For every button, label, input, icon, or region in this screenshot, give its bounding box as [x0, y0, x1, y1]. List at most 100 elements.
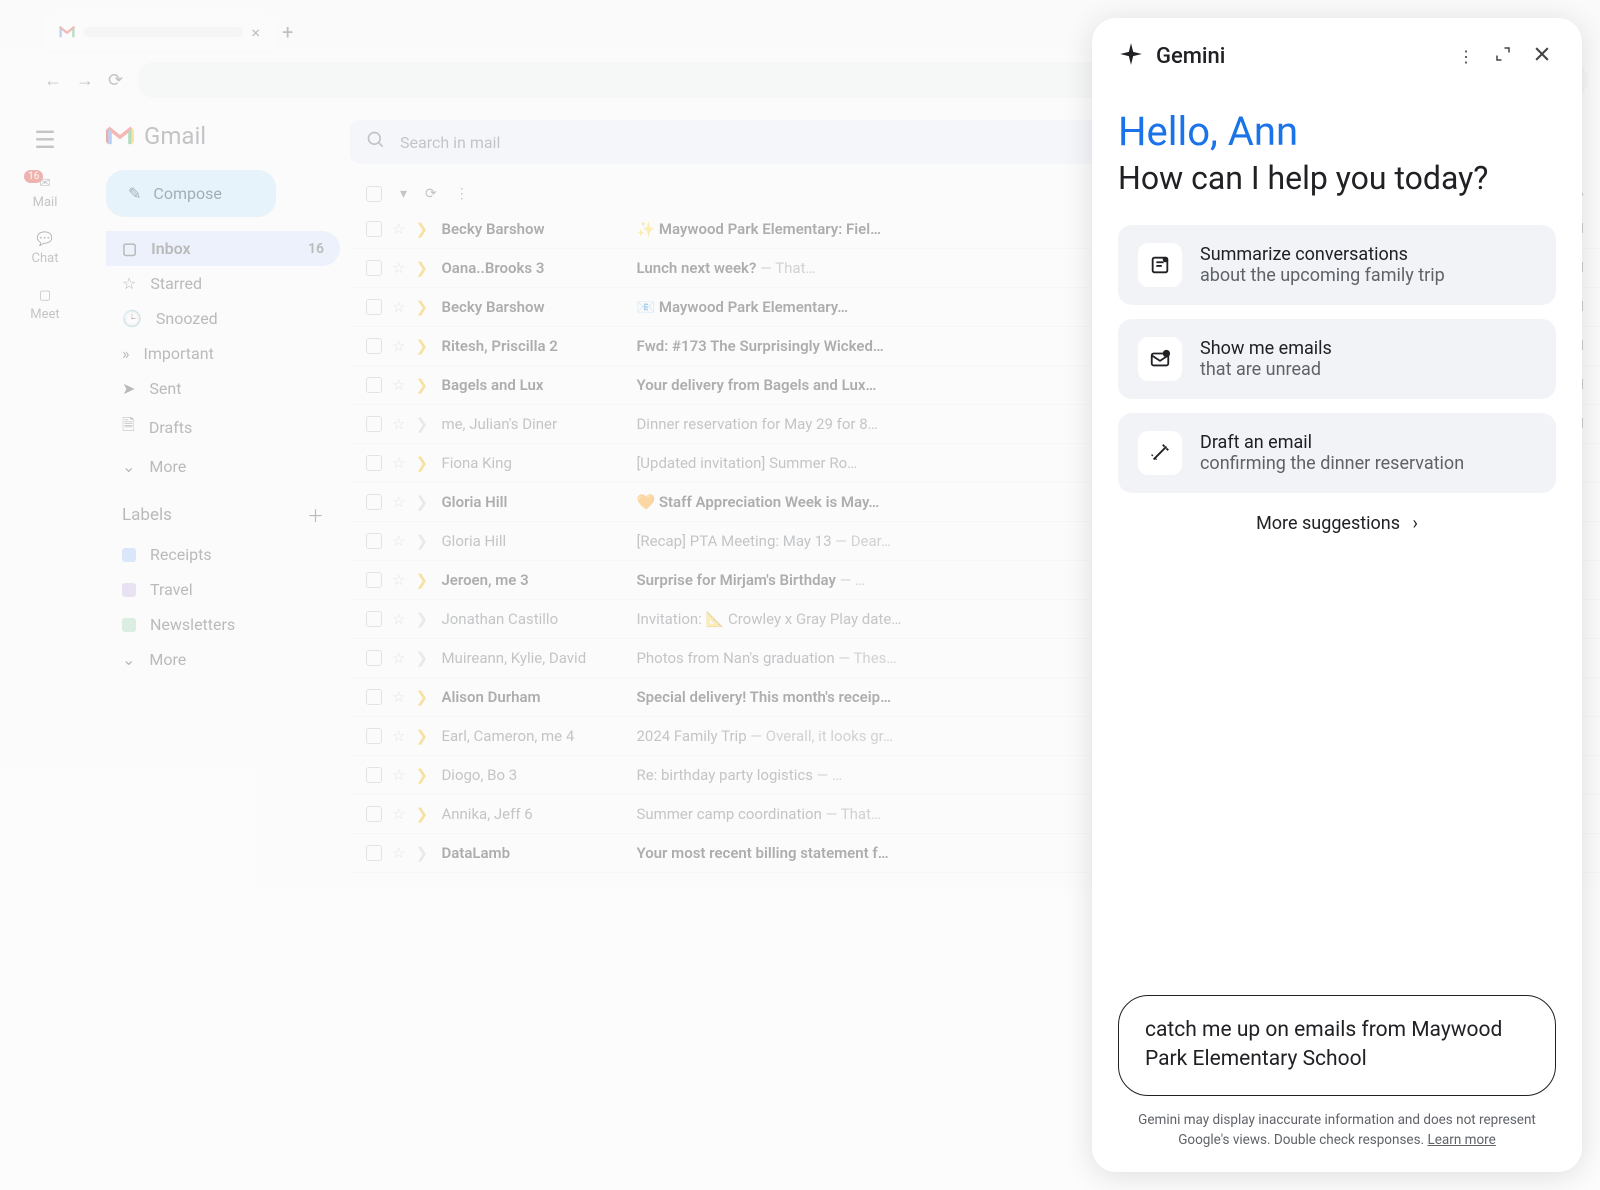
star-icon[interactable]: ☆	[392, 376, 405, 394]
browser-tab[interactable]: ×	[44, 15, 274, 50]
gemini-prompt-input[interactable]: catch me up on emails from Maywood Park …	[1118, 995, 1556, 1096]
close-icon[interactable]	[1528, 40, 1556, 72]
learn-more-link[interactable]: Learn more	[1427, 1132, 1495, 1148]
important-icon[interactable]: ❯	[415, 259, 431, 277]
email-checkbox[interactable]	[366, 767, 382, 783]
inbox-icon: ▢	[122, 239, 137, 258]
email-checkbox[interactable]	[366, 572, 382, 588]
refresh-icon[interactable]: ⟳	[425, 186, 437, 202]
back-icon[interactable]: ←	[44, 70, 62, 91]
suggestion-card-2[interactable]: Draft an emailconfirming the dinner rese…	[1118, 413, 1556, 493]
star-icon[interactable]: ☆	[392, 493, 405, 511]
important-icon[interactable]: ❯	[415, 571, 431, 589]
email-checkbox[interactable]	[366, 806, 382, 822]
label-text: Receipts	[150, 545, 212, 564]
important-icon[interactable]: ❯	[415, 766, 431, 784]
sidebar-folder-sent[interactable]: ➤Sent	[106, 371, 340, 406]
label-color-icon	[122, 548, 136, 562]
email-sender: Gloria Hill	[441, 493, 626, 511]
sidebar-label-receipts[interactable]: Receipts	[106, 537, 340, 572]
sidebar-labels-more[interactable]: ⌄More	[106, 642, 340, 677]
star-icon[interactable]: ☆	[392, 610, 405, 628]
close-tab-icon[interactable]: ×	[251, 23, 260, 42]
star-icon[interactable]: ☆	[392, 649, 405, 667]
add-label-icon[interactable]: ＋	[307, 502, 324, 527]
email-checkbox[interactable]	[366, 338, 382, 354]
email-sender: DataLamb	[441, 844, 626, 862]
rail-chat[interactable]: 💬 Chat	[32, 232, 59, 266]
more-icon[interactable]: ⋮	[455, 186, 469, 202]
star-icon[interactable]: ☆	[392, 571, 405, 589]
important-icon[interactable]: ❯	[415, 220, 431, 238]
more-suggestions-button[interactable]: More suggestions ›	[1118, 513, 1556, 534]
sidebar-folder-inbox[interactable]: ▢Inbox16	[106, 231, 340, 266]
compose-button[interactable]: ✎ Compose	[106, 170, 276, 217]
important-icon[interactable]: ❯	[415, 610, 431, 628]
important-icon[interactable]: ❯	[415, 844, 431, 862]
email-checkbox[interactable]	[366, 845, 382, 861]
email-checkbox[interactable]	[366, 299, 382, 315]
important-icon[interactable]: ❯	[415, 454, 431, 472]
reload-icon[interactable]: ⟳	[108, 70, 123, 91]
email-checkbox[interactable]	[366, 611, 382, 627]
email-checkbox[interactable]	[366, 377, 382, 393]
overflow-icon[interactable]: ⋮	[1454, 43, 1478, 70]
suggestion-card-0[interactable]: Summarize conversationsabout the upcomin…	[1118, 225, 1556, 305]
important-icon[interactable]: ❯	[415, 805, 431, 823]
select-all-caret-icon[interactable]: ▾	[400, 186, 407, 202]
star-icon[interactable]: ☆	[392, 415, 405, 433]
important-icon[interactable]: ❯	[415, 532, 431, 550]
card-subtitle: that are unread	[1200, 359, 1332, 380]
star-icon[interactable]: ☆	[392, 259, 405, 277]
star-icon[interactable]: ☆	[392, 805, 405, 823]
email-checkbox[interactable]	[366, 221, 382, 237]
star-icon[interactable]: ☆	[392, 454, 405, 472]
important-icon[interactable]: ❯	[415, 415, 431, 433]
important-icon[interactable]: ❯	[415, 298, 431, 316]
sidebar-folder-more[interactable]: ⌄More	[106, 449, 340, 484]
important-icon[interactable]: ❯	[415, 649, 431, 667]
important-icon[interactable]: ❯	[415, 337, 431, 355]
important-icon[interactable]: ❯	[415, 688, 431, 706]
email-checkbox[interactable]	[366, 689, 382, 705]
star-icon[interactable]: ☆	[392, 532, 405, 550]
sidebar-folder-important[interactable]: »Important	[106, 336, 340, 371]
email-checkbox[interactable]	[366, 260, 382, 276]
select-all-checkbox[interactable]	[366, 186, 382, 202]
compose-label: Compose	[153, 184, 221, 203]
star-icon[interactable]: ☆	[392, 844, 405, 862]
new-tab-button[interactable]: +	[282, 20, 293, 44]
hamburger-icon[interactable]: ☰	[34, 126, 56, 154]
rail-meet[interactable]: ▢ Meet	[30, 288, 59, 322]
suggestion-card-1[interactable]: Show me emailsthat are unread	[1118, 319, 1556, 399]
star-icon[interactable]: ☆	[392, 727, 405, 745]
email-checkbox[interactable]	[366, 494, 382, 510]
sidebar-folder-starred[interactable]: ☆Starred	[106, 266, 340, 301]
search-icon	[366, 130, 386, 154]
email-checkbox[interactable]	[366, 728, 382, 744]
email-checkbox[interactable]	[366, 416, 382, 432]
star-icon[interactable]: ☆	[392, 766, 405, 784]
star-icon[interactable]: ☆	[392, 688, 405, 706]
star-icon[interactable]: ☆	[392, 298, 405, 316]
email-checkbox[interactable]	[366, 650, 382, 666]
label-text: Newsletters	[150, 615, 235, 634]
important-icon[interactable]: ❯	[415, 376, 431, 394]
chevron-down-icon: ⌄	[122, 650, 135, 669]
email-checkbox[interactable]	[366, 455, 382, 471]
email-sender: me, Julian's Diner	[441, 415, 626, 433]
sidebar-folder-snoozed[interactable]: 🕒Snoozed	[106, 301, 340, 336]
email-checkbox[interactable]	[366, 533, 382, 549]
summary-icon	[1138, 243, 1182, 287]
sidebar-folder-drafts[interactable]: 🗎Drafts	[106, 406, 340, 449]
important-icon[interactable]: ❯	[415, 727, 431, 745]
star-icon[interactable]: ☆	[392, 337, 405, 355]
expand-icon[interactable]	[1490, 41, 1516, 71]
sidebar-label-newsletters[interactable]: Newsletters	[106, 607, 340, 642]
rail-mail[interactable]: 16 ✉ Mail	[33, 176, 58, 210]
gmail-brand: Gmail	[106, 122, 340, 150]
important-icon[interactable]: ❯	[415, 493, 431, 511]
star-icon[interactable]: ☆	[392, 220, 405, 238]
forward-icon[interactable]: →	[76, 70, 94, 91]
sidebar-label-travel[interactable]: Travel	[106, 572, 340, 607]
